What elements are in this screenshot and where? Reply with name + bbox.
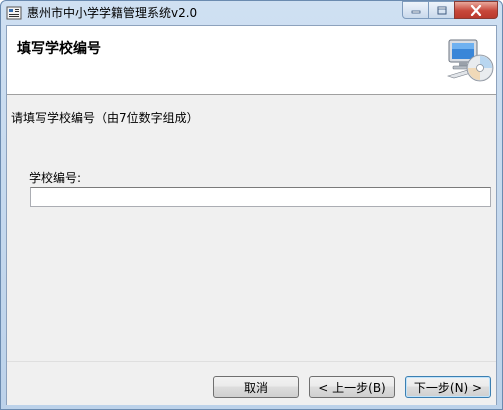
instruction-text: 请填写学校编号（由7位数字组成） (11, 111, 199, 125)
minimize-icon (411, 10, 420, 14)
close-button[interactable] (454, 1, 498, 19)
installer-window: 惠州市中小学学籍管理系统v2.0 填写学校编号 请填写学校编号（由7位数字组成）… (0, 0, 503, 410)
page-title: 填写学校编号 (17, 41, 101, 57)
school-app-icon (6, 6, 22, 20)
wizard-footer: 取消 < 上一步(B) 下一步(N) > (7, 361, 496, 405)
next-button[interactable]: 下一步(N) > (405, 376, 491, 398)
close-icon (470, 4, 482, 16)
title-bar[interactable]: 惠州市中小学学籍管理系统v2.0 (1, 1, 502, 25)
back-button[interactable]: < 上一步(B) (309, 376, 395, 398)
minimize-button[interactable] (402, 1, 429, 19)
cancel-button[interactable]: 取消 (213, 376, 299, 398)
school-code-input[interactable] (30, 187, 491, 207)
wizard-body: 请填写学校编号（由7位数字组成） 学校编号: (7, 95, 496, 361)
maximize-icon (437, 6, 446, 14)
caption-buttons (402, 1, 498, 20)
window-title: 惠州市中小学学籍管理系统v2.0 (27, 6, 198, 20)
computer-cd-icon (447, 39, 494, 82)
school-code-label: 学校编号: (29, 171, 82, 185)
maximize-button[interactable] (428, 1, 455, 19)
wizard-client-area: 填写学校编号 请填写学校编号（由7位数字组成） 学校编号: 取消 < 上一步(B… (6, 25, 497, 405)
wizard-header: 填写学校编号 (7, 26, 496, 95)
